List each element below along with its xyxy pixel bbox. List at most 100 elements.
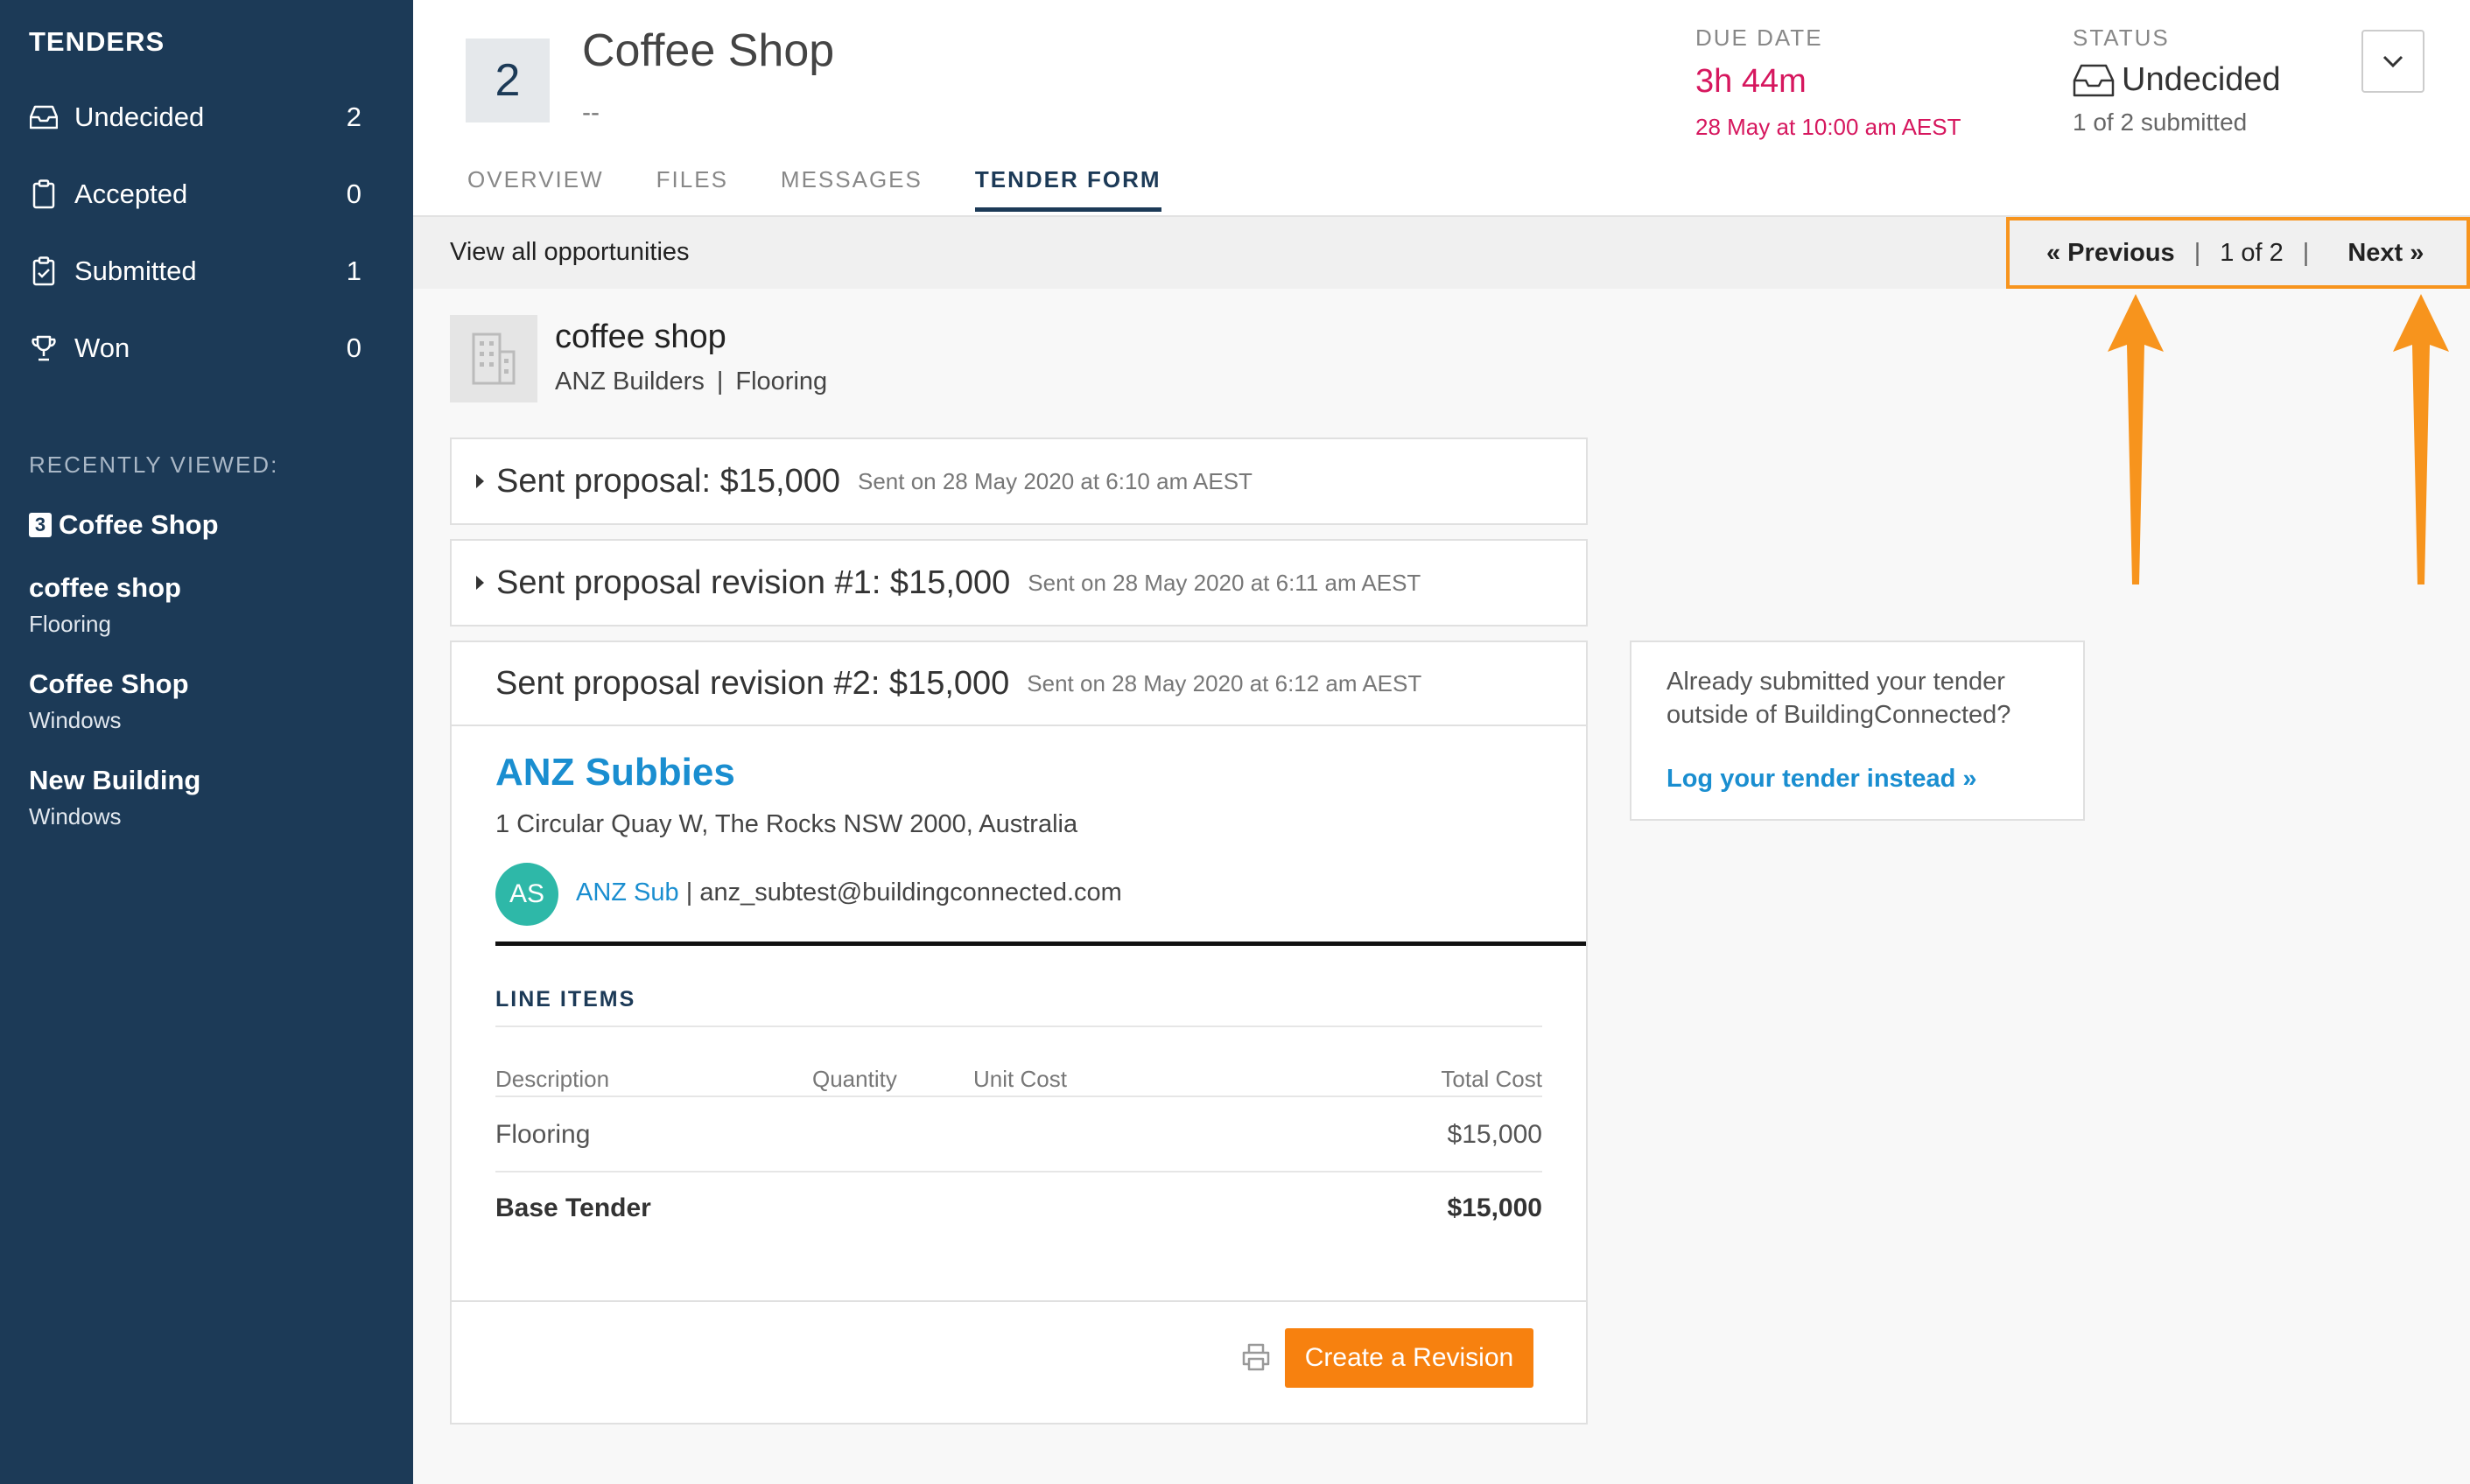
sidebar-item-undecided[interactable]: Undecided 2 xyxy=(29,98,361,136)
col-total-cost: Total Cost xyxy=(1441,1066,1542,1092)
recent-item-title: coffee shop xyxy=(29,572,181,603)
status-label: STATUS xyxy=(2073,24,2170,51)
tab-bar: OVERVIEW FILES MESSAGES TENDER FORM xyxy=(467,166,1214,212)
proposal-date: Sent on 28 May 2020 at 6:12 am AEST xyxy=(1027,669,1422,696)
col-unit-cost: Unit Cost xyxy=(973,1066,1067,1092)
inbox-icon xyxy=(29,101,59,134)
create-revision-button[interactable]: Create a Revision xyxy=(1285,1328,1533,1388)
previous-button[interactable]: « Previous xyxy=(2046,239,2175,268)
recent-item-coffee-shop-flooring[interactable]: coffee shop Flooring xyxy=(29,572,181,638)
line-items-heading: LINE ITEMS xyxy=(495,987,636,1012)
print-icon[interactable] xyxy=(1241,1342,1271,1376)
line-item-description: Flooring xyxy=(495,1120,591,1149)
sidebar: TENDERS Undecided 2 Accepted 0 Submitted… xyxy=(0,0,413,1484)
page-title: Coffee Shop xyxy=(582,25,835,76)
contact-name-link[interactable]: ANZ Sub xyxy=(576,878,679,906)
contact-separator: | xyxy=(685,878,700,906)
recent-item-title: New Building xyxy=(29,765,201,795)
chevron-down-icon xyxy=(2382,55,2403,68)
expand-triangle-icon xyxy=(476,576,484,590)
tab-files[interactable]: FILES xyxy=(656,166,728,212)
next-button[interactable]: Next » xyxy=(2347,239,2424,268)
building-icon xyxy=(450,315,537,402)
proposal-title: Sent proposal: $15,000 xyxy=(496,462,840,500)
pager: « Previous | 1 of 2 | Next » xyxy=(2006,217,2470,289)
recent-item-sub: Windows xyxy=(29,707,122,733)
view-all-opportunities-link[interactable]: View all opportunities xyxy=(450,238,690,267)
col-quantity: Quantity xyxy=(812,1066,897,1092)
recent-item-coffee-shop[interactable]: 3 Coffee Shop xyxy=(29,509,219,541)
log-tender-box: Already submitted your tender outside of… xyxy=(1630,640,2085,821)
base-tender-total: $15,000 xyxy=(1447,1194,1542,1222)
recent-item-badge: 3 xyxy=(29,513,52,537)
col-description: Description xyxy=(495,1066,610,1092)
proposal-row[interactable]: Sent proposal revision #1: $15,000 Sent … xyxy=(450,539,1588,626)
clipboard-icon xyxy=(29,178,59,211)
proposal-row-expanded[interactable]: Sent proposal revision #2: $15,000 Sent … xyxy=(452,642,1586,726)
line-item-total: $15,000 xyxy=(1447,1120,1542,1149)
trophy-icon xyxy=(29,332,59,365)
sidebar-item-label: Accepted xyxy=(74,178,188,209)
sidebar-item-accepted[interactable]: Accepted 0 xyxy=(29,175,361,214)
sidebar-item-count: 0 xyxy=(346,178,361,209)
sidebar-item-label: Won xyxy=(74,332,130,363)
recent-item-title: Coffee Shop xyxy=(29,668,189,699)
contact-email: anz_subtest@buildingconnected.com xyxy=(699,878,1122,906)
due-date-label: DUE DATE xyxy=(1695,24,1823,51)
tender-number: 2 xyxy=(466,38,550,122)
project-trade: Flooring xyxy=(735,368,828,396)
proposal-title: Sent proposal revision #1: $15,000 xyxy=(496,564,1011,601)
pager-separator: | xyxy=(2302,238,2310,267)
meta-separator: | xyxy=(716,368,724,396)
recent-item-new-building[interactable]: New Building Windows xyxy=(29,765,200,830)
project-meta: ANZ Builders | Flooring xyxy=(555,368,827,396)
recently-viewed-heading: RECENTLY VIEWED: xyxy=(29,452,279,478)
table-row-rule xyxy=(495,1171,1542,1172)
bidder-address: 1 Circular Quay W, The Rocks NSW 2000, A… xyxy=(495,810,1078,838)
recent-item-title: Coffee Shop xyxy=(59,509,219,540)
page-subtitle: -- xyxy=(582,98,600,127)
expand-triangle-icon xyxy=(476,474,484,488)
tab-messages[interactable]: MESSAGES xyxy=(781,166,923,212)
sidebar-item-count: 2 xyxy=(346,102,361,132)
card-footer-divider xyxy=(452,1300,1586,1302)
recent-item-coffee-shop-windows[interactable]: Coffee Shop Windows xyxy=(29,668,189,734)
avatar: AS xyxy=(495,863,558,926)
proposal-date: Sent on 28 May 2020 at 6:10 am AEST xyxy=(857,467,1253,494)
section-rule xyxy=(495,942,1586,946)
line-items-rule xyxy=(495,1026,1542,1027)
proposal-date: Sent on 28 May 2020 at 6:11 am AEST xyxy=(1028,569,1421,596)
bidder-company[interactable]: ANZ Subbies xyxy=(495,751,735,794)
project-name: coffee shop xyxy=(555,318,726,355)
sidebar-item-submitted[interactable]: Submitted 1 xyxy=(29,252,361,290)
clipboard-check-icon xyxy=(29,255,59,288)
recent-item-sub: Flooring xyxy=(29,611,111,637)
log-tender-question: Already submitted your tender outside of… xyxy=(1667,668,2011,729)
sidebar-item-label: Submitted xyxy=(74,256,197,286)
proposal-row[interactable]: Sent proposal: $15,000 Sent on 28 May 20… xyxy=(450,438,1588,525)
sidebar-item-won[interactable]: Won 0 xyxy=(29,329,361,368)
status-dropdown-button[interactable] xyxy=(2361,30,2424,93)
recent-item-sub: Windows xyxy=(29,803,122,830)
pager-position: 1 of 2 xyxy=(2220,238,2284,267)
tab-overview[interactable]: OVERVIEW xyxy=(467,166,604,212)
status-submitted-count: 1 of 2 submitted xyxy=(2073,108,2248,136)
bidder-contact: ANZ Sub | anz_subtest@buildingconnected.… xyxy=(576,878,1122,907)
sidebar-item-count: 1 xyxy=(346,256,361,286)
table-header-rule xyxy=(495,1096,1542,1097)
tab-tender-form[interactable]: TENDER FORM xyxy=(974,166,1161,212)
log-tender-link[interactable]: Log your tender instead » xyxy=(1667,765,1977,794)
proposal-title: Sent proposal revision #2: $15,000 xyxy=(495,664,1010,702)
pager-separator: | xyxy=(2193,238,2201,267)
status-value: Undecided xyxy=(2073,61,2281,99)
sidebar-item-label: Undecided xyxy=(74,102,205,132)
due-date: 28 May at 10:00 am AEST xyxy=(1695,114,1961,140)
annotation-arrow-up-icon xyxy=(2393,294,2449,584)
due-countdown: 3h 44m xyxy=(1695,63,1807,100)
base-tender-label: Base Tender xyxy=(495,1194,651,1222)
project-company: ANZ Builders xyxy=(555,368,705,396)
annotation-arrow-up-icon xyxy=(2108,294,2164,584)
opportunities-bar: View all opportunities « Previous | 1 of… xyxy=(413,217,2470,289)
sidebar-item-count: 0 xyxy=(346,332,361,363)
sidebar-title: TENDERS xyxy=(29,26,165,57)
